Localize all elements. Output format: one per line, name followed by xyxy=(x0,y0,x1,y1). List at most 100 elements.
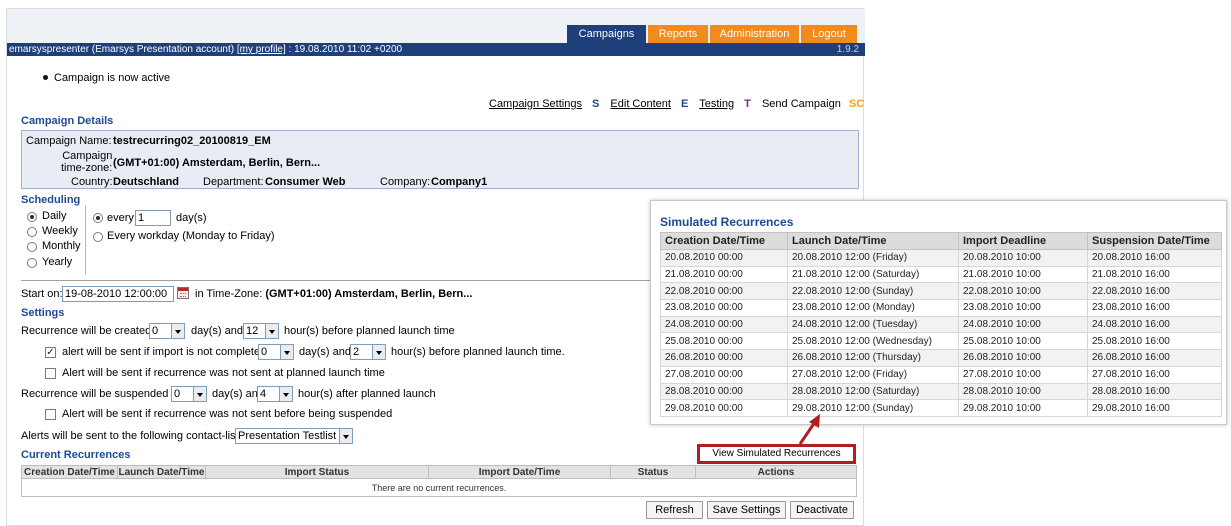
frequency-monthly-radio[interactable] xyxy=(27,242,37,252)
refresh-button[interactable]: Refresh xyxy=(646,501,703,519)
tab-logout[interactable]: Logout xyxy=(801,25,857,43)
every-workday-label: Every workday (Monday to Friday) xyxy=(107,230,275,242)
column-header: Import Status xyxy=(205,465,429,479)
table-row: There are no current recurrences. xyxy=(21,478,857,497)
country-label: Country: xyxy=(71,176,113,188)
column-header: Import Date/Time xyxy=(428,465,611,479)
start-timezone-value: (GMT+01:00) Amsterdam, Berlin, Bern... xyxy=(265,288,473,300)
table-row: 28.08.2010 00:00 28.08.2010 12:00 (Satur… xyxy=(660,382,1222,401)
chevron-down-icon[interactable] xyxy=(171,323,185,339)
simulated-recurrences-title: Simulated Recurrences xyxy=(660,215,794,229)
created-days-select[interactable]: 0 xyxy=(149,323,185,339)
table-row: 20.08.2010 00:00 20.08.2010 12:00 (Frida… xyxy=(660,249,1222,267)
start-date-input[interactable]: 19-08-2010 12:00:00 xyxy=(62,286,174,302)
my-profile-link[interactable]: [my profile] xyxy=(237,44,286,55)
chevron-down-icon[interactable] xyxy=(339,428,353,444)
suspended-days-value: 0 xyxy=(174,388,181,400)
cell-launch: 23.08.2010 12:00 (Monday) xyxy=(787,299,959,317)
every-days-input[interactable]: 1 xyxy=(135,210,171,226)
every-workday-radio[interactable] xyxy=(93,232,103,242)
cell-launch: 27.08.2010 12:00 (Friday) xyxy=(787,365,959,384)
simulated-recurrences-table: Creation Date/Time Launch Date/Time Impo… xyxy=(660,232,1222,417)
start-on-label: Start on: xyxy=(21,288,63,300)
chevron-down-icon[interactable] xyxy=(280,344,294,360)
table-row: 29.08.2010 00:00 29.08.2010 12:00 (Sunda… xyxy=(660,399,1222,417)
deactivate-button[interactable]: Deactivate xyxy=(790,501,854,519)
step-edit-content[interactable]: Edit Content xyxy=(610,98,671,110)
frequency-daily-radio[interactable] xyxy=(27,212,37,222)
alert-import-hours-select[interactable]: 2 xyxy=(350,344,386,360)
table-header-row: Creation Date/Time Launch Date/Time Impo… xyxy=(660,232,1222,250)
cell-launch: 20.08.2010 12:00 (Friday) xyxy=(787,249,959,267)
simulated-recurrences-panel: Simulated Recurrences Creation Date/Time… xyxy=(650,200,1227,425)
step-testing[interactable]: Testing xyxy=(699,98,734,110)
alert-import-checkbox[interactable]: ✓ xyxy=(45,347,56,358)
top-navigation: Campaigns Reports Administration Logout xyxy=(7,9,865,43)
chevron-down-icon[interactable] xyxy=(279,386,293,402)
calendar-icon[interactable] xyxy=(177,287,189,299)
cell-import-deadline: 27.08.2010 10:00 xyxy=(958,365,1088,384)
cell-launch: 22.08.2010 12:00 (Sunday) xyxy=(787,282,959,301)
frequency-daily-label: Daily xyxy=(42,210,67,222)
created-hours-select[interactable]: 12 xyxy=(243,323,279,339)
save-settings-button[interactable]: Save Settings xyxy=(707,501,786,519)
suspended-hours-value: 4 xyxy=(260,388,267,400)
chevron-down-icon[interactable] xyxy=(265,323,279,339)
frequency-yearly-radio[interactable] xyxy=(27,258,37,268)
every-n-days-radio[interactable] xyxy=(93,213,103,223)
cell-launch: 26.08.2010 12:00 (Thursday) xyxy=(787,349,959,367)
cell-import-deadline: 26.08.2010 10:00 xyxy=(958,349,1088,367)
alert-not-sent-label: Alert will be sent if recurrence was not… xyxy=(62,367,385,379)
cell-import-deadline: 22.08.2010 10:00 xyxy=(958,282,1088,301)
table-header-row: Creation Date/Time Launch Date/Time Impo… xyxy=(21,465,857,479)
cell-import-deadline: 23.08.2010 10:00 xyxy=(958,299,1088,317)
step-key-t: T xyxy=(744,98,751,110)
cell-launch: 25.08.2010 12:00 (Wednesday) xyxy=(787,332,959,351)
tab-administration[interactable]: Administration xyxy=(710,25,799,43)
column-header: Creation Date/Time xyxy=(660,232,788,250)
chevron-down-icon[interactable] xyxy=(193,386,207,402)
campaign-timezone-value: (GMT+01:00) Amsterdam, Berlin, Bern... xyxy=(113,157,321,169)
column-header: Creation Date/Time xyxy=(21,465,118,479)
cell-import-deadline: 29.08.2010 10:00 xyxy=(958,399,1088,417)
created-days-value: 0 xyxy=(152,325,159,337)
cell-suspension: 24.08.2010 16:00 xyxy=(1087,315,1222,334)
cell-creation: 24.08.2010 00:00 xyxy=(660,315,788,334)
campaign-name-value: testrecurring02_20100819_EM xyxy=(113,135,271,147)
column-header: Launch Date/Time xyxy=(787,232,959,250)
contact-list-value: Presentation Testlist xyxy=(238,430,337,442)
alert-suspended-checkbox[interactable] xyxy=(45,409,56,420)
suspended-hours-select[interactable]: 4 xyxy=(257,386,293,402)
cell-suspension: 25.08.2010 16:00 xyxy=(1087,332,1222,351)
suspended-days-select[interactable]: 0 xyxy=(171,386,207,402)
alert-import-suffix: hour(s) before planned launch time. xyxy=(391,346,565,358)
contact-list-select[interactable]: Presentation Testlist xyxy=(235,428,353,444)
campaign-name-label: Campaign Name: xyxy=(26,135,112,147)
every-days-unit: day(s) xyxy=(176,212,207,224)
company-label: Company: xyxy=(380,176,431,188)
cell-creation: 29.08.2010 00:00 xyxy=(660,399,788,417)
chevron-down-icon[interactable] xyxy=(372,344,386,360)
frequency-weekly-label: Weekly xyxy=(42,225,78,237)
scheduling-divider xyxy=(85,205,86,275)
alert-import-days-select[interactable]: 0 xyxy=(258,344,294,360)
alert-import-days-value: 0 xyxy=(261,346,268,358)
tab-campaigns[interactable]: Campaigns xyxy=(567,25,646,43)
status-message: Campaign is now active xyxy=(54,72,171,84)
cell-suspension: 27.08.2010 16:00 xyxy=(1087,365,1222,384)
cell-import-deadline: 25.08.2010 10:00 xyxy=(958,332,1088,351)
frequency-weekly-radio[interactable] xyxy=(27,227,37,237)
cell-creation: 26.08.2010 00:00 xyxy=(660,349,788,367)
table-row: 23.08.2010 00:00 23.08.2010 12:00 (Monda… xyxy=(660,299,1222,317)
cell-suspension: 26.08.2010 16:00 xyxy=(1087,349,1222,367)
tab-reports[interactable]: Reports xyxy=(648,25,708,43)
cell-creation: 23.08.2010 00:00 xyxy=(660,299,788,317)
cell-suspension: 20.08.2010 16:00 xyxy=(1087,249,1222,267)
cell-suspension: 22.08.2010 16:00 xyxy=(1087,282,1222,301)
alert-import-hours-value: 2 xyxy=(353,346,360,358)
step-campaign-settings[interactable]: Campaign Settings xyxy=(489,98,582,110)
alert-import-days-and: day(s) and xyxy=(299,346,351,358)
alert-not-sent-checkbox[interactable] xyxy=(45,368,56,379)
cell-launch: 28.08.2010 12:00 (Saturday) xyxy=(787,382,959,401)
view-simulated-recurrences-button[interactable]: View Simulated Recurrences xyxy=(697,444,856,464)
